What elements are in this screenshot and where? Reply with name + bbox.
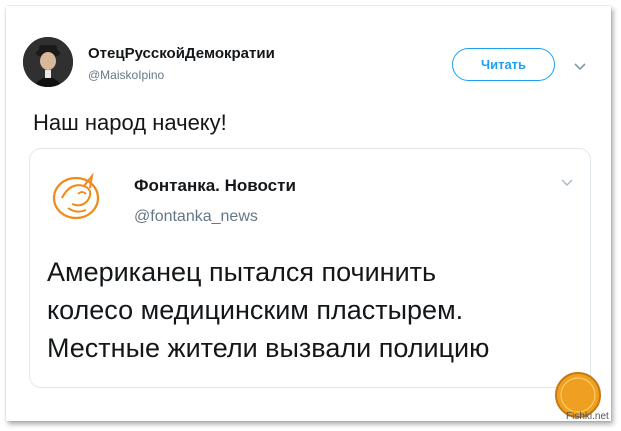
chevron-down-icon[interactable] <box>574 59 586 71</box>
tweet-text: Наш народ начеку! <box>33 110 227 135</box>
follow-button[interactable]: Читать <box>452 48 555 81</box>
quoted-text-line: колесо медицинским пластырем. <box>47 295 464 325</box>
fontanka-logo-icon <box>48 168 108 224</box>
quoted-text-line: Местные жители вызвали полицию <box>47 333 490 363</box>
quoted-display-name[interactable]: Фонтанка. Новости <box>134 176 296 196</box>
quoted-text-line: Американец пытался починить <box>47 257 437 287</box>
quoted-tweet-text: Американец пытался починить колесо медиц… <box>47 253 489 367</box>
user-handle[interactable]: @MaiskoIpino <box>88 68 164 82</box>
watermark-site: Fishki.net <box>566 411 609 422</box>
display-name[interactable]: ОтецРусскойДемократии <box>88 45 275 62</box>
chevron-down-icon[interactable] <box>561 175 573 186</box>
avatar[interactable] <box>23 37 73 87</box>
quoted-user-handle[interactable]: @fontanka_news <box>134 208 258 226</box>
